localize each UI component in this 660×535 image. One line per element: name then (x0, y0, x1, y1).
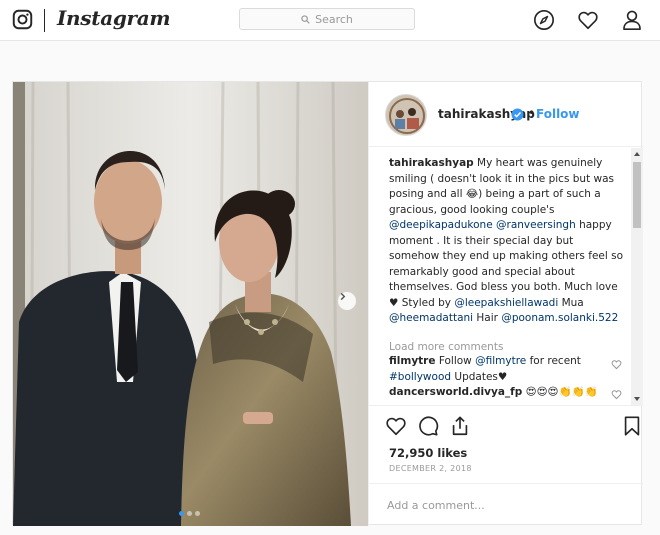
comment-like-heart-icon[interactable] (611, 359, 622, 370)
camera-logo-icon[interactable] (12, 9, 33, 30)
comment-username[interactable]: dancersworld.divya_fp (389, 386, 522, 398)
mention-link[interactable]: @leepakshiellawadi (454, 297, 558, 309)
caret-down-icon (634, 397, 640, 401)
comment-like-heart-icon[interactable] (611, 389, 622, 400)
activity-heart-icon[interactable] (577, 9, 599, 31)
comment-text: 😍😍😍👏👏👏 (522, 386, 598, 398)
carousel-indicator (179, 511, 200, 516)
scroll-up-button[interactable] (631, 148, 643, 160)
mention-link[interactable]: @poonam.solanki.522 (501, 312, 618, 324)
mention-link[interactable]: @ranveersingh (496, 219, 576, 231)
comments-scrollbar-thumb[interactable] (633, 162, 641, 228)
search-box[interactable]: Search (239, 8, 415, 30)
verified-badge-icon (511, 108, 524, 121)
load-more-comments-link[interactable]: Load more comments (389, 341, 503, 353)
comment-username[interactable]: tahirakashyap (389, 157, 474, 169)
comment-item: filmytre Follow @filmytre for recent #bo… (389, 354, 609, 385)
add-comment-bar (369, 483, 643, 526)
likes-count[interactable]: 72,950 likes (389, 446, 467, 460)
mention-link[interactable]: #bollywood (389, 371, 451, 383)
logo-divider (44, 9, 45, 32)
post-date[interactable]: DECEMBER 2, 2018 (389, 464, 472, 473)
avatar[interactable] (385, 94, 427, 136)
add-comment-input[interactable] (387, 495, 627, 515)
scroll-down-button[interactable] (631, 393, 643, 405)
comment-bubble-icon[interactable] (417, 415, 439, 437)
carousel-next-button[interactable] (338, 292, 356, 310)
comment-text: for recent (526, 355, 581, 367)
follow-button[interactable]: Follow (536, 107, 580, 121)
caret-up-icon (634, 152, 640, 156)
profile-person-icon[interactable] (621, 9, 643, 31)
header-separator: • (528, 106, 536, 120)
mention-link[interactable]: @deepikapadukone (389, 219, 493, 231)
post-caption: tahirakashyap My heart was genuinely smi… (389, 156, 625, 327)
carousel-dot (187, 511, 192, 516)
comment-text: Updates♥ (451, 370, 508, 383)
mention-link[interactable]: @heemadattani (389, 312, 473, 324)
post-card: tahirakashyap • Follow tahirakashyap My … (12, 81, 643, 526)
avatar-image (386, 95, 426, 135)
share-icon[interactable] (449, 415, 471, 437)
comments-panel: tahirakashyap My heart was genuinely smi… (369, 148, 643, 406)
explore-compass-icon[interactable] (533, 9, 555, 31)
top-navigation-bar: Instagram Search (0, 0, 660, 41)
comment-username[interactable]: filmytre (389, 355, 436, 367)
comment-item: dancersworld.divya_fp 😍😍😍👏👏👏 (389, 385, 609, 401)
search-placeholder: Search (315, 12, 353, 26)
mention-link[interactable]: @filmytre (475, 355, 526, 367)
bookmark-icon[interactable] (621, 415, 643, 437)
post-header: tahirakashyap • Follow (369, 82, 643, 147)
search-icon (301, 14, 310, 24)
comment-text: happy moment . It is their special day b… (389, 219, 624, 309)
post-photo[interactable] (13, 82, 368, 526)
comment-text: Follow (435, 355, 476, 367)
comment-text: Hair (473, 312, 502, 324)
comment-text: Mua (558, 296, 584, 309)
carousel-dot (179, 511, 184, 516)
post-sidebar: tahirakashyap • Follow tahirakashyap My … (368, 82, 643, 526)
carousel-dot (195, 511, 200, 516)
chevron-right-icon (340, 292, 346, 301)
instagram-wordmark[interactable]: Instagram (57, 6, 171, 30)
photo-illustration (13, 82, 368, 526)
like-heart-icon[interactable] (385, 415, 407, 437)
